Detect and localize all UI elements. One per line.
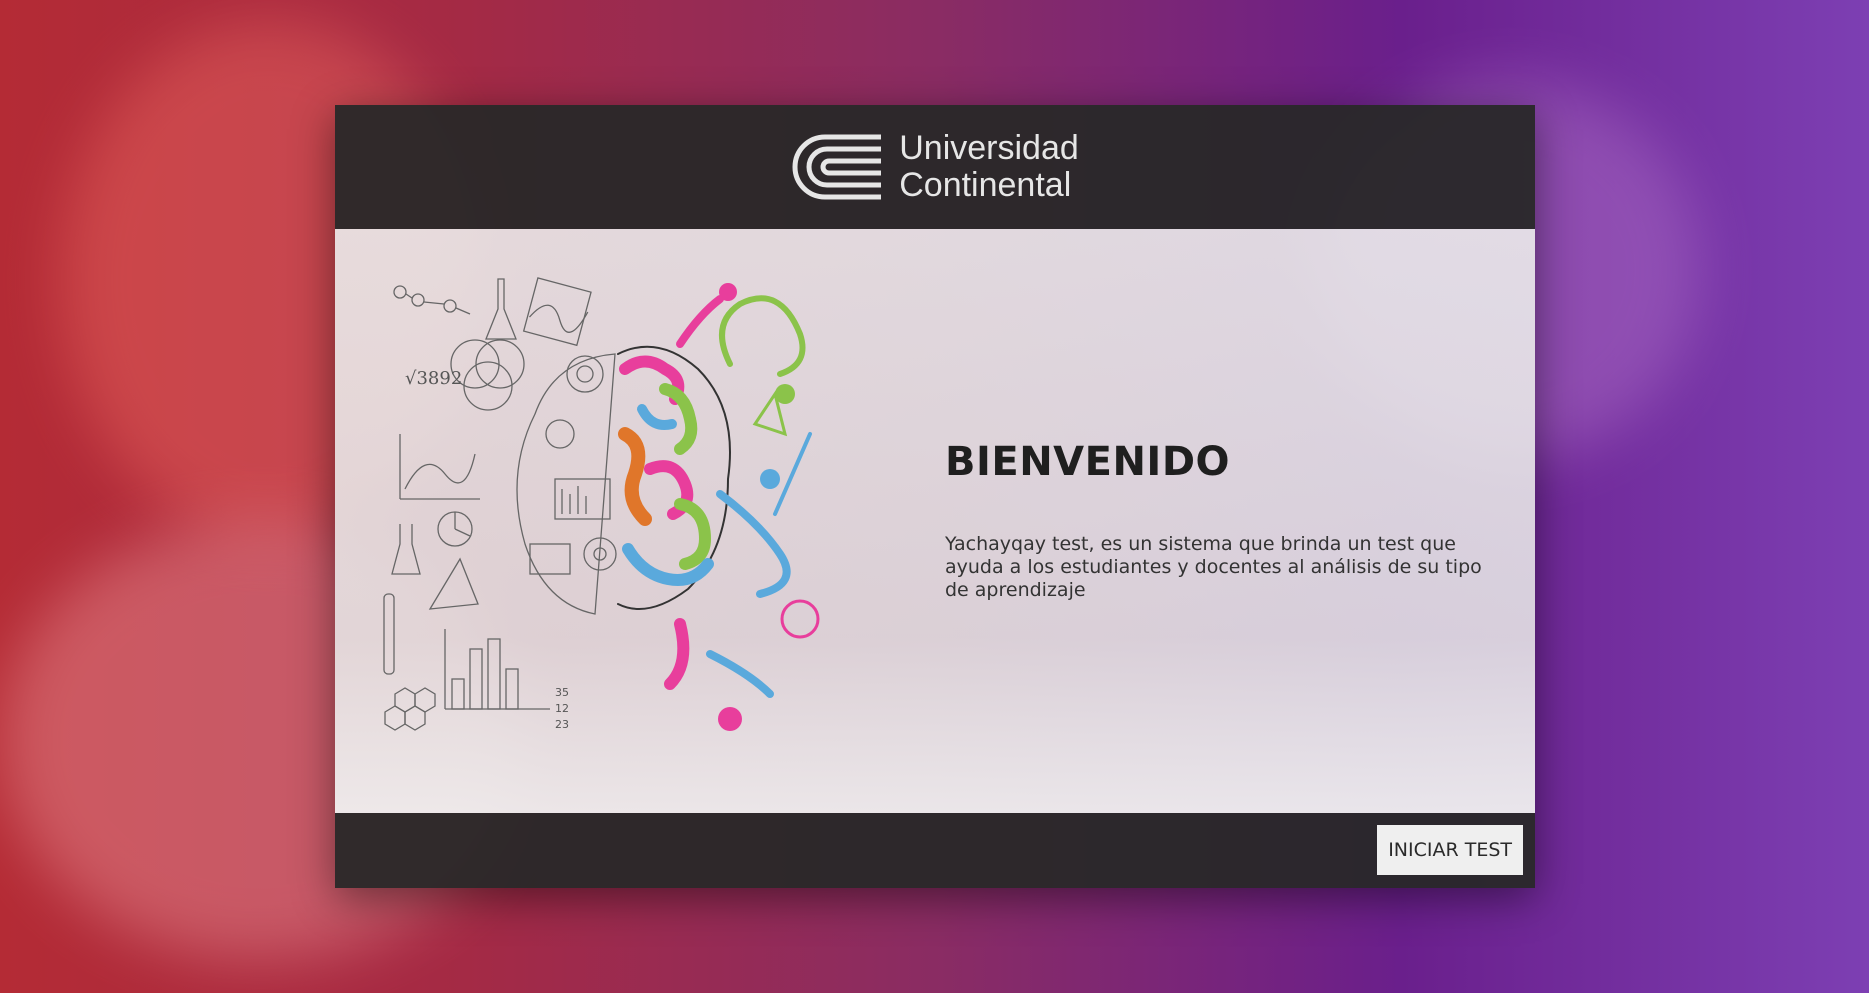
card-footer: INICIAR TEST: [335, 813, 1535, 888]
sketch-number-1: 35: [555, 686, 569, 699]
university-logo: Universidad Continental: [791, 130, 1079, 204]
brain-left-right-illustration: √3892 35 12 23: [383, 277, 820, 731]
card-body: √3892 35 12 23 BIENVENIDO Yachayqay test…: [335, 229, 1535, 813]
logo-text: Universidad Continental: [899, 130, 1079, 204]
welcome-title: BIENVENIDO: [945, 439, 1231, 485]
science-sketch-group: [383, 277, 617, 731]
sketch-root-text: √3892: [405, 368, 462, 389]
sketch-number-3: 23: [555, 718, 569, 731]
logo-line-2: Continental: [899, 166, 1072, 204]
card-header: Universidad Continental: [335, 105, 1535, 229]
welcome-card: Universidad Continental √3892 35 12 23 B…: [335, 105, 1535, 888]
welcome-section: BIENVENIDO Yachayqay test, es un sistema…: [945, 439, 1505, 602]
welcome-description: Yachayqay test, es un sistema que brinda…: [945, 533, 1482, 601]
start-test-button[interactable]: INICIAR TEST: [1377, 825, 1523, 875]
logo-line-1: Universidad: [899, 129, 1079, 167]
sketch-number-2: 12: [555, 702, 569, 715]
continental-c-logo-icon: [792, 134, 882, 200]
colorful-brain-group: [617, 283, 820, 731]
